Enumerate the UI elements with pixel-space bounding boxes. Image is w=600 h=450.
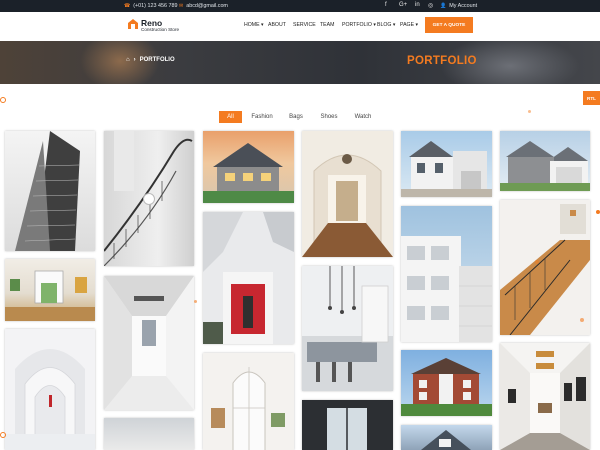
filter-watch[interactable]: Watch: [348, 111, 378, 123]
breadcrumb: ⌂ › PORTFOLIO: [126, 57, 175, 63]
nav-blog[interactable]: BLOG ▾: [377, 22, 395, 28]
portfolio-item-gallery-hallway[interactable]: [500, 343, 590, 450]
white-villa-image: [401, 141, 492, 197]
decor-dot: [0, 97, 6, 103]
portfolio-item-red-door[interactable]: [203, 212, 294, 344]
nav-service[interactable]: SERVICE: [293, 22, 316, 28]
brand-tagline: Construction Store: [141, 27, 180, 32]
page-title: PORTFOLIO: [407, 55, 477, 67]
chevron-right-icon: ›: [133, 57, 136, 63]
living-room-image: [5, 270, 95, 321]
nav-page[interactable]: PAGE ▾: [400, 22, 418, 28]
rtl-toggle-button[interactable]: RTL: [583, 91, 600, 105]
skyscraper-image: [15, 131, 80, 251]
google-plus-icon[interactable]: G+: [399, 2, 407, 8]
portfolio-item-skyscraper[interactable]: [5, 131, 95, 251]
kitchen-image: [302, 266, 393, 391]
email-address[interactable]: abcd@gmail.com: [186, 3, 228, 9]
portfolio-item-white-arches[interactable]: [5, 329, 95, 450]
wooden-staircase-image: [500, 204, 590, 335]
phone-info: ☎ (+01) 123 456 789: [124, 3, 177, 9]
gallery-hallway-image: [500, 343, 590, 450]
decor-dot: [535, 260, 539, 264]
zoom-icon[interactable]: [143, 193, 155, 205]
mail-icon: ✉: [179, 2, 184, 9]
portfolio-item-white-apartments[interactable]: [401, 206, 492, 342]
decor-dot: [596, 210, 600, 214]
blue-house-image: [421, 430, 471, 450]
portfolio-item-white-atrium[interactable]: [104, 276, 194, 410]
suburban-house-image: [203, 143, 294, 203]
portfolio-item-suburban-house[interactable]: [203, 131, 294, 203]
arched-hallway-image: [302, 154, 393, 257]
account-label[interactable]: My Account: [449, 3, 477, 9]
filter-fashion[interactable]: Fashion: [246, 111, 278, 123]
get-a-quote-button[interactable]: GET A QUOTE: [425, 17, 473, 33]
portfolio-item-window-room[interactable]: [302, 400, 393, 450]
portfolio-item-kitchen[interactable]: [302, 266, 393, 391]
nav-portfolio[interactable]: PORTFOLIO ▾: [342, 22, 376, 28]
white-apartments-image: [401, 236, 492, 342]
decor-dot: [580, 318, 584, 322]
phone-icon: ☎: [124, 2, 131, 9]
decor-dot: [194, 300, 197, 303]
instagram-icon[interactable]: ◎: [428, 2, 433, 9]
portfolio-item-office[interactable]: [104, 418, 194, 450]
portfolio-item-white-villa[interactable]: [401, 131, 492, 197]
portfolio-item-arched-window[interactable]: [203, 353, 294, 450]
top-bar: ☎ (+01) 123 456 789 ✉ abcd@gmail.com f G…: [0, 0, 600, 12]
linkedin-icon[interactable]: in: [415, 2, 420, 8]
filter-shoes[interactable]: Shoes: [314, 111, 344, 123]
email-info[interactable]: ✉ abcd@gmail.com: [179, 3, 228, 9]
phone-number: (+01) 123 456 789: [133, 3, 178, 9]
home-icon[interactable]: ⌂: [126, 57, 130, 63]
portfolio-item-arched-hallway[interactable]: [302, 131, 393, 257]
portfolio-item-living-room[interactable]: [5, 259, 95, 321]
white-atrium-image: [104, 276, 194, 410]
decor-dot: [528, 110, 531, 113]
portfolio-item-grey-house[interactable]: [500, 131, 590, 191]
facebook-icon[interactable]: f: [385, 2, 387, 8]
filter-bags[interactable]: Bags: [282, 111, 310, 123]
nav-home[interactable]: HOME ▾: [244, 22, 264, 28]
nav-team[interactable]: TEAM: [320, 22, 334, 28]
portfolio-item-blue-house[interactable]: [401, 425, 492, 450]
logo-icon[interactable]: [127, 18, 139, 30]
breadcrumb-current: PORTFOLIO: [139, 57, 175, 63]
white-arches-image: [5, 349, 95, 450]
decor-dot: [0, 432, 6, 438]
page-banner: [0, 41, 600, 84]
account-link[interactable]: 👤 My Account: [440, 3, 477, 9]
user-icon: 👤: [440, 2, 447, 9]
filter-all[interactable]: All: [219, 111, 242, 123]
nav-about[interactable]: ABOUT: [268, 22, 286, 28]
brick-house-image: [401, 358, 492, 416]
grey-house-image: [500, 141, 590, 191]
red-door-image: [203, 212, 294, 344]
portfolio-item-wooden-staircase[interactable]: [500, 200, 590, 335]
portfolio-item-brick-house[interactable]: [401, 350, 492, 416]
arched-window-image: [211, 367, 285, 450]
window-room-image: [327, 408, 367, 450]
